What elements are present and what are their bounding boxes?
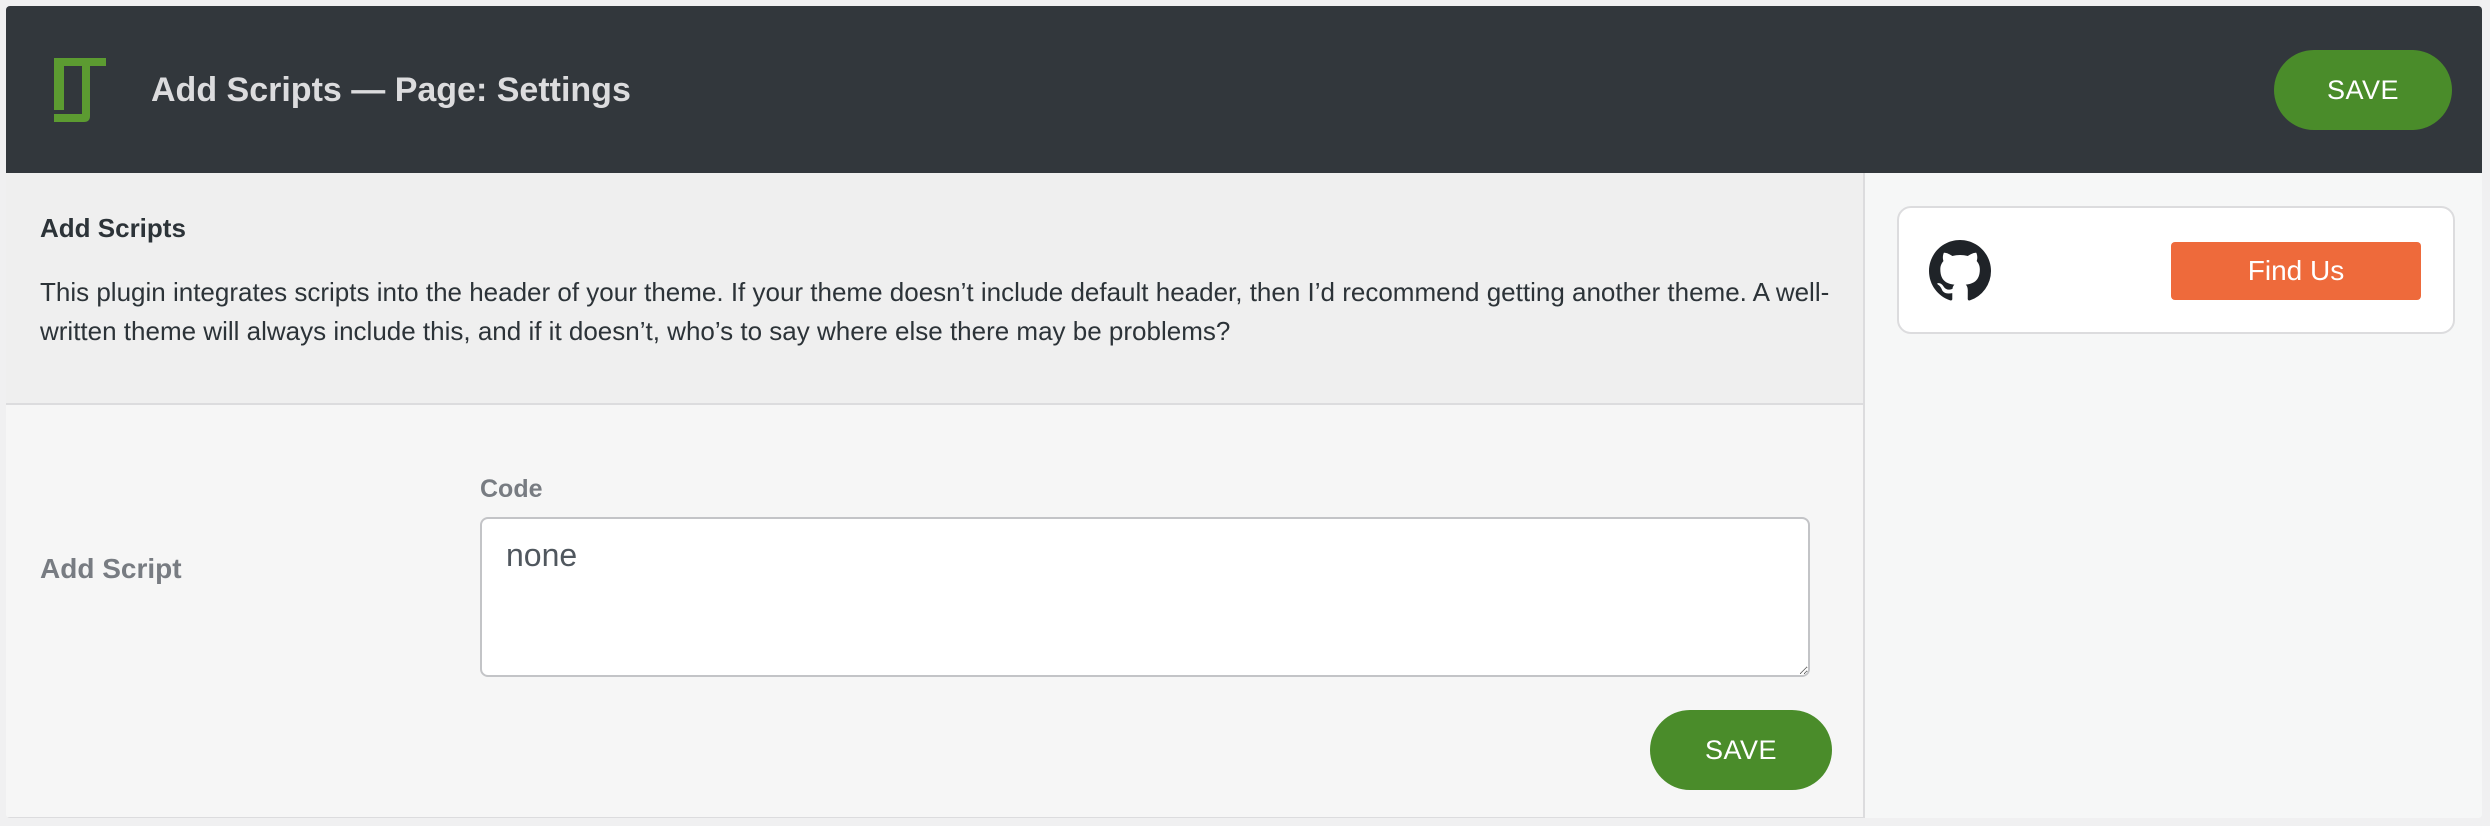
page-title: Add Scripts — Page: Settings: [151, 71, 631, 109]
intro-heading: Add Scripts: [40, 213, 186, 243]
code-textarea[interactable]: none: [480, 517, 1810, 677]
add-script-label: Add Script: [40, 553, 182, 584]
intro-description: This plugin integrates scripts into the …: [40, 277, 1830, 346]
find-us-card: Find Us: [1897, 206, 2455, 334]
find-us-button[interactable]: Find Us: [2171, 242, 2421, 300]
code-field-label: Code: [480, 475, 543, 503]
github-icon[interactable]: [1929, 240, 1991, 302]
add-scripts-logo-icon: [54, 58, 106, 122]
top-bar: Add Scripts — Page: Settings SAVE: [6, 6, 2482, 173]
save-button-top[interactable]: SAVE: [2274, 50, 2452, 130]
sidebar: Find Us: [1865, 173, 2482, 818]
intro-panel: Add Scripts This plugin integrates scrip…: [6, 173, 1863, 405]
save-button-bottom[interactable]: SAVE: [1650, 710, 1832, 790]
settings-page: Add Scripts — Page: Settings SAVE Add Sc…: [6, 6, 2482, 818]
script-form: Add Script Code none SAVE: [6, 405, 1863, 818]
